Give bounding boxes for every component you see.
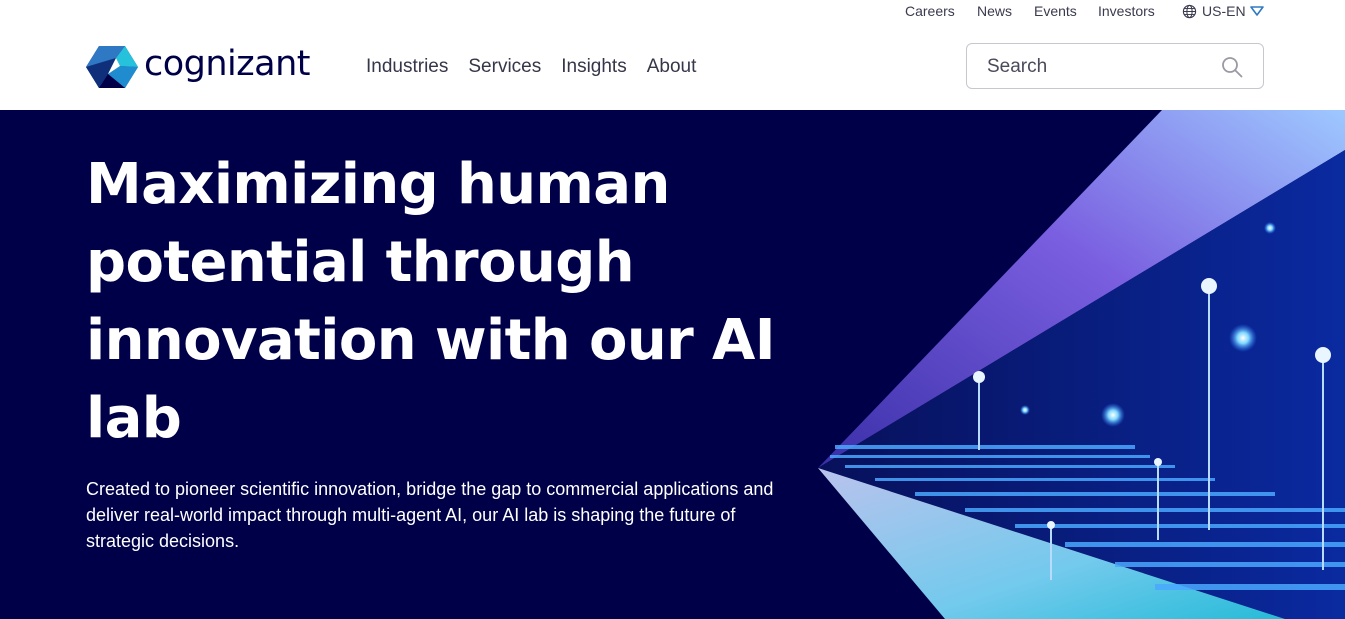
hero-banner: Maximizing human potential through innov… bbox=[0, 110, 1345, 619]
main-header: cognizant Industries Services Insights A… bbox=[0, 24, 1345, 110]
search-box bbox=[966, 43, 1264, 90]
cognizant-logo[interactable]: cognizant bbox=[86, 43, 341, 91]
logo-wordmark: cognizant bbox=[144, 43, 311, 84]
search-input[interactable] bbox=[967, 44, 1229, 90]
investors-link[interactable]: Investors bbox=[1098, 3, 1155, 19]
hero-headline: Maximizing human potential through innov… bbox=[86, 152, 776, 451]
news-link[interactable]: News bbox=[977, 3, 1012, 19]
logo-mark-icon bbox=[86, 46, 138, 88]
utility-nav: Careers News Events Investors US-EN bbox=[0, 0, 1345, 24]
nav-services[interactable]: Services bbox=[468, 56, 541, 78]
events-link[interactable]: Events bbox=[1034, 3, 1077, 19]
nav-industries[interactable]: Industries bbox=[366, 56, 448, 78]
primary-nav: Industries Services Insights About bbox=[366, 56, 716, 78]
nav-insights[interactable]: Insights bbox=[561, 56, 626, 78]
globe-icon bbox=[1182, 4, 1197, 18]
nav-about[interactable]: About bbox=[647, 56, 697, 78]
careers-link[interactable]: Careers bbox=[905, 3, 955, 19]
language-label: US-EN bbox=[1202, 3, 1246, 19]
hero-description: Created to pioneer scientific innovation… bbox=[86, 479, 774, 551]
ai-circuit-illustration bbox=[818, 110, 1345, 619]
language-selector[interactable]: US-EN bbox=[1182, 2, 1264, 20]
search-icon[interactable] bbox=[1221, 56, 1243, 78]
chevron-down-icon bbox=[1249, 6, 1264, 16]
